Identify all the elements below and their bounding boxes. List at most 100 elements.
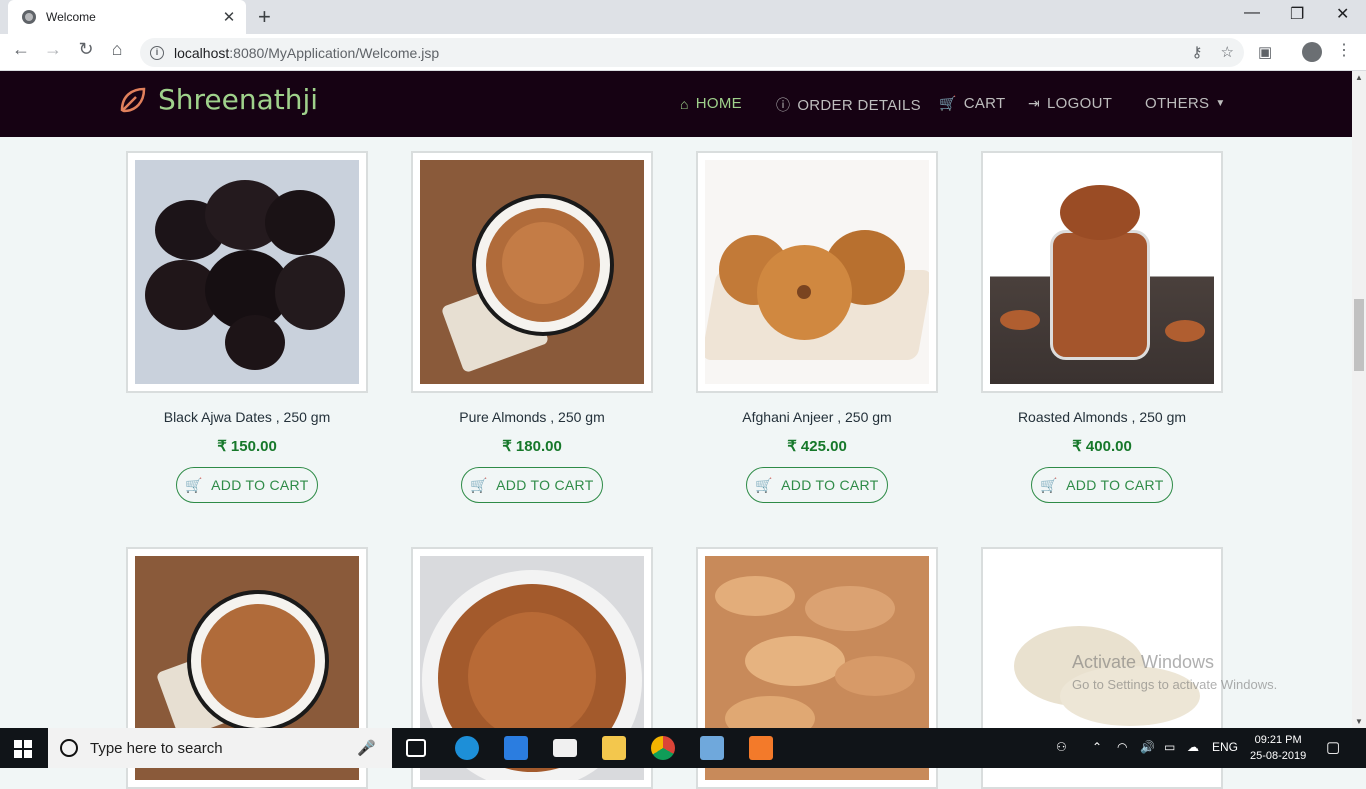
almonds-image bbox=[420, 160, 644, 384]
logout-icon: ⇥ bbox=[1028, 95, 1041, 111]
brand-name: Shreenathji bbox=[158, 83, 319, 116]
battery-icon[interactable]: ▭ bbox=[1164, 740, 1175, 754]
extension-icon[interactable]: ▣ bbox=[1258, 43, 1272, 61]
add-to-cart-label: ADD TO CART bbox=[1066, 477, 1164, 493]
cart-icon: 🛒 bbox=[470, 476, 489, 493]
anjeer-image bbox=[705, 160, 929, 384]
product-card: Afghani Anjeer , 250 gm ₹ 425.00 🛒 ADD T… bbox=[696, 151, 938, 503]
add-to-cart-button[interactable]: 🛒 ADD TO CART bbox=[176, 467, 318, 503]
windows-start-icon[interactable] bbox=[14, 740, 32, 758]
product-card: Black Ajwa Dates , 250 gm ₹ 150.00 🛒 ADD… bbox=[126, 151, 368, 503]
nav-home[interactable]: ⌂ HOME bbox=[680, 95, 742, 112]
home-page-icon[interactable]: ⌂ bbox=[106, 39, 128, 60]
nav-others-label: OTHERS bbox=[1145, 95, 1210, 112]
browser-tab[interactable]: Welcome ✕ bbox=[8, 0, 246, 34]
store-icon[interactable] bbox=[504, 736, 528, 760]
url-host: localhost bbox=[174, 44, 230, 61]
nav-home-label: HOME bbox=[695, 95, 742, 112]
globe-icon bbox=[22, 10, 36, 24]
activate-windows-title: Activate Windows bbox=[1072, 652, 1215, 672]
taskbar-search[interactable]: Type here to search 🎤 bbox=[48, 728, 392, 768]
nav-others[interactable]: OTHERS ▼ bbox=[1145, 95, 1226, 112]
scrollbar-thumb[interactable] bbox=[1354, 299, 1364, 371]
product-card: Roasted Almonds , 250 gm ₹ 400.00 🛒 ADD … bbox=[981, 151, 1223, 503]
dates-image bbox=[135, 160, 359, 384]
leaf-icon bbox=[120, 87, 146, 112]
virtualbox-icon[interactable] bbox=[700, 736, 724, 760]
product-name: Black Ajwa Dates , 250 gm bbox=[163, 409, 331, 425]
product-price: ₹ 150.00 bbox=[217, 438, 277, 455]
maximize-button[interactable]: ❐ bbox=[1290, 4, 1304, 24]
add-to-cart-label: ADD TO CART bbox=[211, 477, 309, 493]
file-explorer-icon[interactable] bbox=[602, 736, 626, 760]
tab-close-icon[interactable]: ✕ bbox=[220, 8, 238, 26]
key-icon[interactable]: ⚷ bbox=[1192, 43, 1203, 61]
onedrive-icon[interactable]: ☁ bbox=[1187, 740, 1199, 754]
language-indicator[interactable]: ENG bbox=[1212, 740, 1238, 754]
mail-icon[interactable] bbox=[553, 739, 577, 757]
site-info-icon[interactable]: i bbox=[150, 45, 164, 60]
address-bar[interactable]: i localhost :8080/MyApplication/Welcome.… bbox=[140, 38, 1244, 67]
close-window-button[interactable]: ✕ bbox=[1336, 4, 1349, 24]
bookmark-star-icon[interactable]: ☆ bbox=[1221, 43, 1234, 61]
back-icon[interactable]: ← bbox=[10, 39, 32, 60]
add-to-cart-button[interactable]: 🛒 ADD TO CART bbox=[461, 467, 603, 503]
task-view-icon[interactable] bbox=[406, 739, 426, 757]
product-name: Afghani Anjeer , 250 gm bbox=[742, 409, 892, 425]
page-scrollbar[interactable]: ▲ ▼ bbox=[1352, 71, 1366, 728]
brand[interactable]: Shreenathji bbox=[118, 83, 318, 116]
site-header: Shreenathji ⌂ HOME ⓘ ORDER DETAILS 🛒 CAR… bbox=[0, 71, 1352, 137]
cortana-icon bbox=[60, 739, 78, 757]
nav-cart[interactable]: 🛒 CART bbox=[939, 95, 1006, 112]
clock-date: 25-08-2019 bbox=[1250, 750, 1307, 762]
nav-order-details[interactable]: ⓘ ORDER DETAILS bbox=[776, 95, 921, 115]
product-card: Pure Almonds , 250 gm ₹ 180.00 🛒 ADD TO … bbox=[411, 151, 653, 503]
caret-down-icon: ▼ bbox=[1215, 98, 1226, 109]
wifi-icon[interactable]: ◠ bbox=[1117, 740, 1127, 754]
activate-windows-subtitle: Go to Settings to activate Windows. bbox=[1072, 677, 1278, 692]
info-icon: ⓘ bbox=[776, 97, 791, 113]
product-image-frame[interactable] bbox=[411, 151, 653, 393]
menu-kebab-icon[interactable]: ⋮ bbox=[1336, 40, 1352, 60]
add-to-cart-button[interactable]: 🛒 ADD TO CART bbox=[746, 467, 888, 503]
product-image-frame[interactable] bbox=[126, 151, 368, 393]
people-icon[interactable]: ⚇ bbox=[1056, 740, 1067, 754]
xampp-icon[interactable] bbox=[749, 736, 773, 760]
reload-icon[interactable]: ↻ bbox=[75, 39, 97, 60]
home-icon: ⌂ bbox=[680, 95, 689, 112]
forward-icon[interactable]: → bbox=[42, 39, 64, 60]
nav-order-details-label: ORDER DETAILS bbox=[797, 96, 921, 114]
nav-logout[interactable]: ⇥ LOGOUT bbox=[1028, 95, 1112, 112]
product-price: ₹ 180.00 bbox=[502, 438, 562, 455]
tab-title: Welcome bbox=[46, 10, 96, 24]
minimize-button[interactable]: — bbox=[1244, 4, 1260, 22]
new-tab-button[interactable]: + bbox=[258, 4, 271, 30]
product-image-frame[interactable] bbox=[981, 151, 1223, 393]
product-name: Pure Almonds , 250 gm bbox=[459, 409, 605, 425]
scroll-down-icon[interactable]: ▼ bbox=[1355, 717, 1363, 726]
roasted-almonds-image bbox=[990, 160, 1214, 384]
cart-icon: 🛒 bbox=[185, 476, 204, 493]
product-name: Roasted Almonds , 250 gm bbox=[1017, 409, 1187, 425]
microphone-icon[interactable]: 🎤 bbox=[357, 739, 376, 757]
product-image-frame[interactable] bbox=[696, 151, 938, 393]
add-to-cart-button[interactable]: 🛒 ADD TO CART bbox=[1031, 467, 1173, 503]
taskbar: Type here to search 🎤 ⚇ ⌃ ◠ 🔊 ▭ ☁ ENG 09… bbox=[0, 728, 1366, 768]
browser-tabstrip: Welcome ✕ + — ❐ ✕ bbox=[0, 0, 1366, 34]
nav-logout-label: LOGOUT bbox=[1047, 95, 1113, 112]
cart-icon: 🛒 bbox=[755, 476, 774, 493]
volume-icon[interactable]: 🔊 bbox=[1140, 740, 1155, 754]
notifications-icon[interactable]: ▢ bbox=[1326, 738, 1340, 756]
product-price: ₹ 400.00 bbox=[1072, 438, 1132, 455]
nav-cart-label: CART bbox=[963, 95, 1006, 112]
clock[interactable]: 09:21 PM 25-08-2019 bbox=[1250, 732, 1306, 764]
scroll-up-icon[interactable]: ▲ bbox=[1355, 73, 1363, 82]
edge-icon[interactable] bbox=[455, 736, 479, 760]
tray-chevron-icon[interactable]: ⌃ bbox=[1092, 740, 1102, 754]
profile-avatar[interactable] bbox=[1302, 42, 1322, 62]
chrome-icon[interactable] bbox=[651, 736, 675, 760]
browser-toolbar: ← → ↻ ⌂ i localhost :8080/MyApplication/… bbox=[0, 34, 1366, 71]
add-to-cart-label: ADD TO CART bbox=[781, 477, 879, 493]
cart-icon: 🛒 bbox=[939, 95, 957, 111]
product-price: ₹ 425.00 bbox=[787, 438, 847, 455]
